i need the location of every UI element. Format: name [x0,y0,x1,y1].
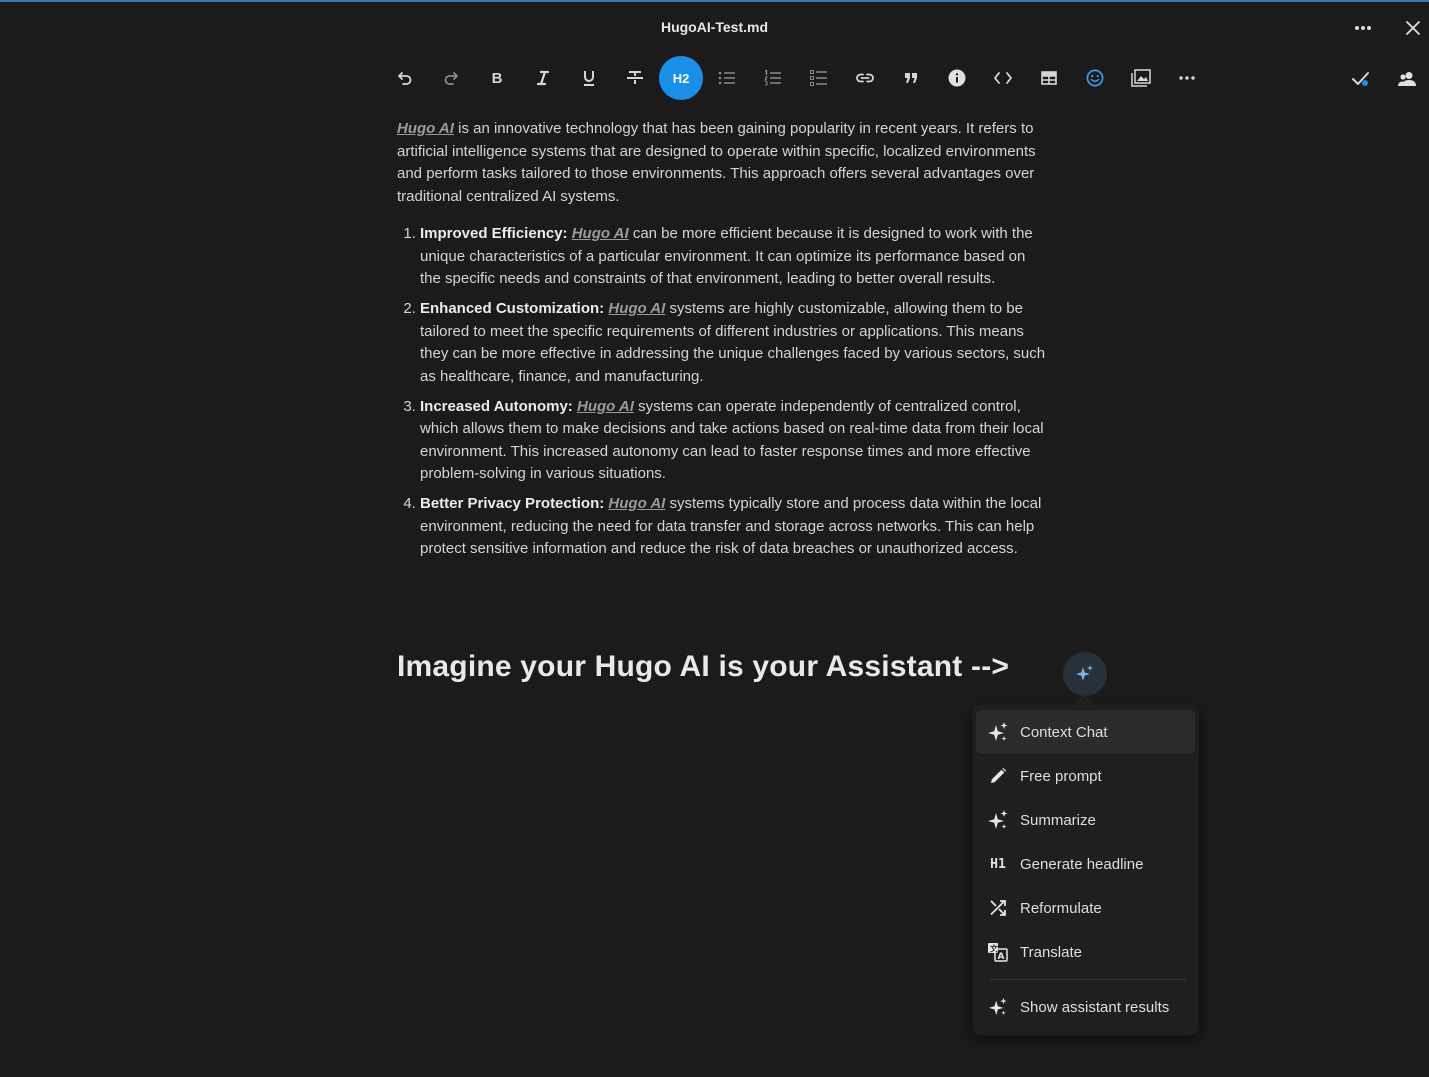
spellcheck-button[interactable] [1338,57,1384,101]
feature-title: Increased Autonomy: [420,397,573,415]
quote-button[interactable] [888,56,934,100]
table-button[interactable] [1026,56,1072,100]
image-gallery-button[interactable] [1118,56,1164,100]
toolbar-more-button[interactable] [1164,56,1210,100]
menu-item-label: Free prompt [1020,767,1102,785]
hugo-ai-link[interactable]: Hugo AI [608,300,665,317]
right-toolbar [1338,57,1429,101]
more-horizontal-icon [1355,26,1371,30]
hugo-ai-link[interactable]: Hugo AI [572,225,629,242]
redo-button[interactable] [428,56,474,100]
menu-item-label: Translate [1020,943,1082,961]
menu-item-label: Show assistant results [1020,998,1170,1016]
code-button[interactable] [980,56,1026,100]
italic-button[interactable] [520,56,566,100]
shuffle-icon [976,899,1020,917]
ai-assistant-button[interactable] [1063,652,1107,696]
features-list: Improved Efficiency: Hugo AI can be more… [397,223,1047,561]
list-item: Better Privacy Protection: Hugo AI syste… [420,493,1047,561]
redo-icon [444,72,458,85]
title-bar: HugoAI-Test.md [0,2,1429,52]
numbered-list-icon [764,70,781,86]
menu-divider [990,979,1186,980]
bold-icon: B [491,69,503,87]
bullet-list-icon [718,71,735,85]
menu-item-label: Reformulate [1020,899,1102,917]
formatting-toolbar: B H2 [382,55,1210,101]
sparkles-icon [1076,665,1093,681]
menu-item-show-assistant-results[interactable]: Show assistant results [976,985,1195,1029]
bullet-list-button[interactable] [704,56,750,100]
document-title: HugoAI-Test.md [660,19,769,35]
undo-icon [398,72,412,85]
emoji-button[interactable] [1072,56,1118,100]
h1-icon: H1 [976,857,1020,872]
checklist-button[interactable] [796,56,842,100]
emoji-icon [1086,69,1104,87]
link-button[interactable] [842,56,888,100]
menu-item-generate-headline[interactable]: H1 Generate headline [976,842,1195,886]
underline-button[interactable] [566,56,612,100]
sparkles-icon [976,809,1020,831]
numbered-list-button[interactable] [750,56,796,100]
intro-text: is an innovative technology that has bee… [397,120,1036,205]
info-button[interactable] [934,56,980,100]
code-icon [994,72,1012,84]
ai-assistant-menu: Context Chat Free prompt Summarize H1 Ge… [973,706,1198,1035]
hugo-ai-link[interactable]: Hugo AI [608,495,665,512]
menu-item-free-prompt[interactable]: Free prompt [976,754,1195,798]
underline-icon [584,71,594,86]
menu-item-summarize[interactable]: Summarize [976,798,1195,842]
more-options-button[interactable] [1349,14,1377,42]
quote-icon [905,73,917,83]
bold-button[interactable]: B [474,56,520,100]
translate-icon: 文A [976,942,1020,962]
image-gallery-icon [1131,69,1151,87]
checklist-icon [810,70,827,86]
list-item: Enhanced Customization: Hugo AI systems … [420,298,1047,388]
strikethrough-icon [627,71,643,84]
heading-2-button[interactable]: H2 [659,56,703,100]
feature-title: Improved Efficiency: [420,225,568,242]
h1-icon-text: H1 [990,856,1006,872]
menu-item-translate[interactable]: 文A Translate [976,930,1195,974]
menu-item-label: Generate headline [1020,855,1144,873]
feature-title: Better Privacy Protection: [420,495,605,512]
menu-item-label: Context Chat [1020,723,1108,741]
close-icon [1406,21,1420,35]
svg-text:A: A [998,952,1005,962]
info-icon [948,69,966,87]
sparkles-icon [976,721,1020,743]
hugo-ai-link[interactable]: Hugo AI [577,398,634,415]
hugo-ai-link[interactable]: Hugo AI [397,120,454,137]
intro-paragraph: Hugo AI is an innovative technology that… [397,118,1047,208]
menu-item-reformulate[interactable]: Reformulate [976,886,1195,930]
italic-icon [536,70,550,86]
editor-window: HugoAI-Test.md B H2 Hugo AI is an innova… [0,0,1429,1077]
heading-2-label: H2 [672,70,690,86]
assistant-heading[interactable]: Imagine your Hugo AI is your Assistant -… [397,650,1009,684]
menu-item-context-chat[interactable]: Context Chat [976,710,1195,754]
strikethrough-button[interactable] [612,56,658,100]
undo-button[interactable] [382,56,428,100]
more-icon [1179,76,1195,80]
list-item: Increased Autonomy: Hugo AI systems can … [420,396,1047,486]
collaborators-button[interactable] [1384,57,1429,101]
users-icon [1398,72,1416,86]
list-item: Improved Efficiency: Hugo AI can be more… [420,223,1047,291]
feature-title: Enhanced Customization: [420,300,605,317]
menu-item-label: Summarize [1020,811,1096,829]
close-button[interactable] [1399,14,1427,42]
link-icon [856,73,874,83]
document-body[interactable]: Hugo AI is an innovative technology that… [397,118,1047,568]
check-status-icon [1352,72,1369,86]
table-icon [1041,71,1057,85]
sparkles-icon [976,997,1020,1017]
pencil-icon [976,767,1020,785]
